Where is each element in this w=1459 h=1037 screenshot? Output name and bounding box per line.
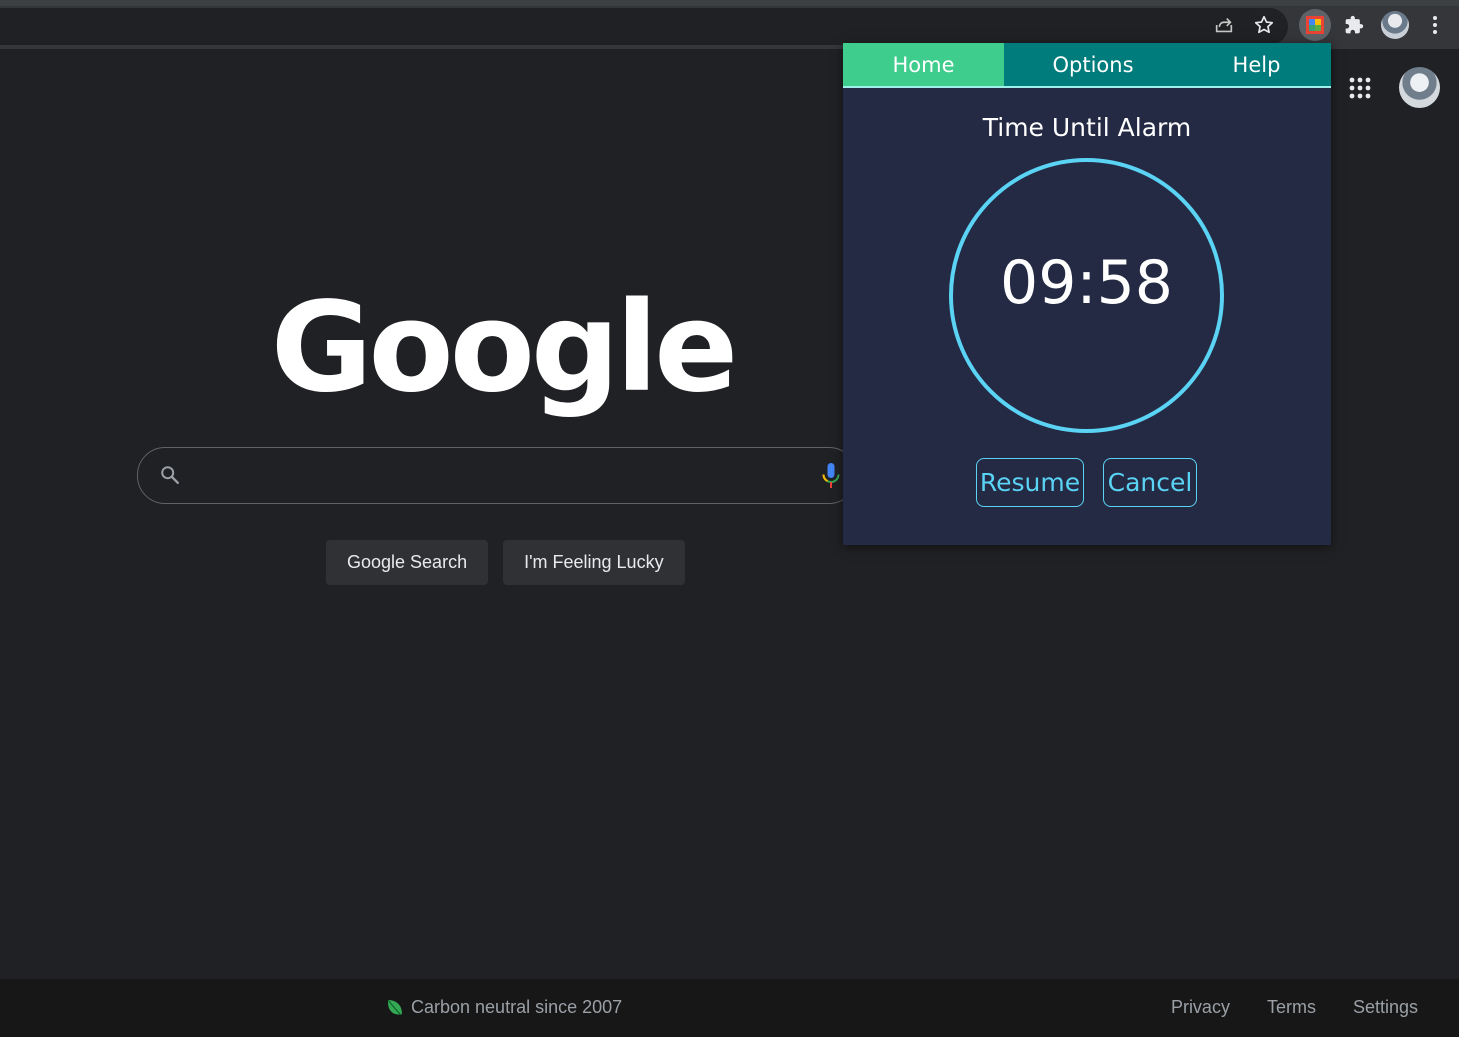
puzzle-icon[interactable] [1341, 12, 1367, 38]
resume-button[interactable]: Resume [976, 458, 1084, 507]
settings-link[interactable]: Settings [1353, 997, 1418, 1018]
terms-link[interactable]: Terms [1267, 997, 1316, 1018]
popup-title: Time Until Alarm [982, 113, 1192, 142]
tab-home[interactable]: Home [843, 43, 1004, 86]
tab-options[interactable]: Options [1004, 43, 1182, 86]
alarm-extension-icon[interactable] [1299, 9, 1331, 41]
apps-grid-icon[interactable] [1346, 74, 1374, 102]
countdown-timer: 09:58 [1000, 248, 1173, 318]
carbon-neutral-link[interactable]: Carbon neutral since 2007 [387, 997, 622, 1018]
address-bar[interactable] [0, 8, 1288, 45]
carbon-neutral-text: Carbon neutral since 2007 [411, 997, 623, 1017]
google-logo: Google [270, 276, 739, 420]
feeling-lucky-button[interactable]: I'm Feeling Lucky [503, 540, 685, 585]
alarm-extension-popup: Home Options Help Time Until Alarm 09:58… [843, 43, 1331, 545]
popup-tabs: Home Options Help [843, 43, 1331, 88]
tab-strip [0, 0, 1459, 6]
browser-toolbar [0, 0, 1459, 49]
search-box[interactable] [137, 447, 857, 504]
footer: Carbon neutral since 2007 Privacy Terms … [0, 979, 1459, 1037]
search-icon [159, 464, 181, 486]
privacy-link[interactable]: Privacy [1171, 997, 1230, 1018]
tab-help[interactable]: Help [1182, 43, 1331, 86]
search-input[interactable] [198, 458, 798, 494]
share-icon[interactable] [1211, 12, 1237, 38]
profile-avatar[interactable] [1381, 11, 1409, 39]
cancel-button[interactable]: Cancel [1103, 458, 1197, 507]
google-search-button[interactable]: Google Search [326, 540, 489, 585]
more-vert-icon[interactable] [1422, 12, 1448, 38]
microphone-icon[interactable] [819, 462, 843, 490]
star-icon[interactable] [1251, 12, 1277, 38]
account-avatar[interactable] [1399, 67, 1440, 108]
leaf-icon [387, 999, 402, 1015]
